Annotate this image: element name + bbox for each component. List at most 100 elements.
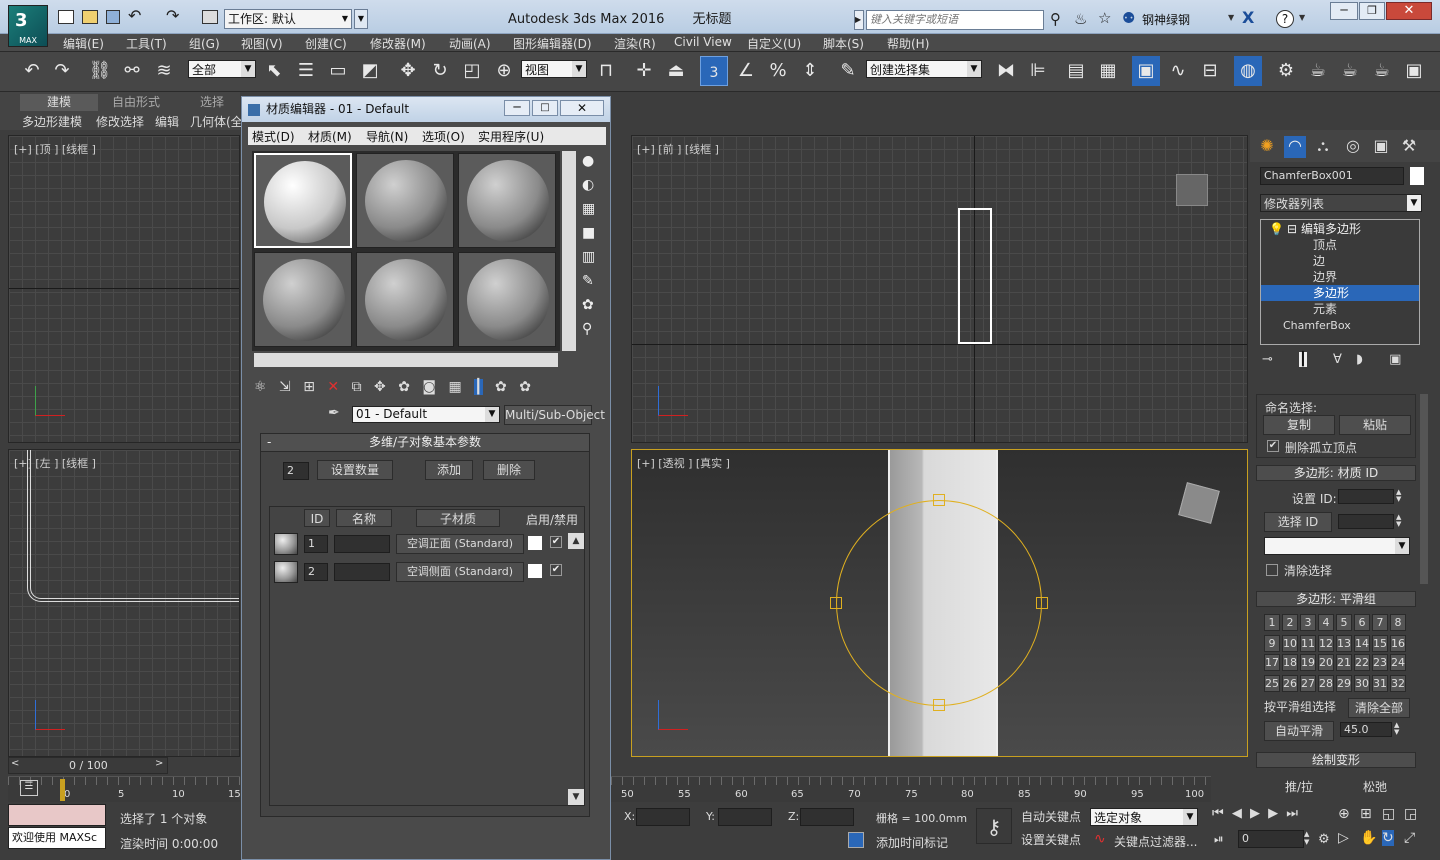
orbit-icon[interactable]: ↻ bbox=[1382, 830, 1394, 846]
select-id-button[interactable]: 选择 ID bbox=[1264, 512, 1332, 532]
smoothing-group-12[interactable]: 12 bbox=[1318, 635, 1334, 652]
viewcube-icon[interactable] bbox=[1176, 174, 1208, 206]
smoothing-group-5[interactable]: 5 bbox=[1336, 614, 1352, 631]
modify-tab-icon[interactable]: ◠ bbox=[1284, 136, 1306, 158]
time-slider-next-icon[interactable]: > bbox=[155, 758, 163, 769]
smoothing-group-15[interactable]: 15 bbox=[1372, 635, 1388, 652]
put-to-library-icon[interactable]: ✿ bbox=[398, 379, 410, 395]
assign-material-icon[interactable]: ⊞ bbox=[303, 379, 315, 395]
smoothing-group-17[interactable]: 17 bbox=[1264, 654, 1280, 671]
ribbon-tab-freeform[interactable]: 自由形式 bbox=[106, 94, 166, 111]
mat-menu-mode[interactable]: 模式(D) bbox=[252, 128, 295, 145]
track-bar-right[interactable]: 50 55 60 65 70 75 80 85 90 95 100 bbox=[611, 776, 1211, 802]
gizmo-handle-right[interactable] bbox=[1036, 597, 1048, 609]
sample-slot-3[interactable] bbox=[458, 153, 556, 248]
smoothing-group-32[interactable]: 32 bbox=[1390, 675, 1406, 692]
link-icon[interactable]: ⛓ bbox=[86, 56, 114, 86]
show-map-icon[interactable]: ▦ bbox=[448, 379, 461, 395]
selection-filter-dropdown[interactable]: 全部 ▼ bbox=[188, 60, 256, 78]
object-name-field[interactable]: ChamferBox001 bbox=[1260, 167, 1404, 185]
help-icon[interactable]: ? bbox=[1276, 10, 1294, 28]
material-editor-titlebar[interactable]: 材质编辑器 - 01 - Default ─ □ ✕ bbox=[242, 97, 610, 122]
stack-item-edit-poly[interactable]: 💡 ⊟ 编辑多边形 bbox=[1261, 222, 1419, 237]
schematic-view-icon[interactable]: ⊟ bbox=[1196, 56, 1224, 86]
menu-civil-view[interactable]: Civil View bbox=[674, 35, 732, 49]
selected-object-dropdown[interactable]: 选定对象 ▼ bbox=[1090, 808, 1198, 826]
row-color-swatch[interactable] bbox=[528, 564, 542, 578]
x-coord-field[interactable] bbox=[636, 808, 690, 826]
paste-button[interactable]: 粘贴 bbox=[1339, 415, 1411, 435]
show-end-result-icon[interactable]: ┃ bbox=[474, 379, 483, 395]
select-by-name-icon[interactable]: ☰ bbox=[292, 56, 320, 86]
sample-slot-2[interactable] bbox=[356, 153, 454, 248]
row-color-swatch[interactable] bbox=[528, 536, 542, 550]
menu-views[interactable]: 视图(V) bbox=[241, 35, 283, 52]
mirror-icon[interactable]: ⧓ bbox=[992, 56, 1020, 86]
remove-modifier-icon[interactable]: ◗ bbox=[1356, 352, 1363, 367]
render-production-icon[interactable]: ☕ bbox=[1336, 56, 1364, 86]
named-selection-dropdown[interactable]: 创建选择集 ▼ bbox=[866, 60, 982, 78]
display-tab-icon[interactable]: ▣ bbox=[1370, 136, 1392, 158]
configure-sets-icon[interactable]: ▣ bbox=[1389, 352, 1401, 367]
time-tag-icon[interactable] bbox=[848, 832, 864, 848]
sample-slot-4[interactable] bbox=[254, 252, 352, 347]
smoothing-group-9[interactable]: 9 bbox=[1264, 635, 1280, 652]
undo-icon[interactable]: ↶ bbox=[18, 56, 46, 86]
menu-customize[interactable]: 自定义(U) bbox=[747, 35, 801, 52]
mat-menu-options[interactable]: 选项(O) bbox=[422, 128, 465, 145]
minimize-button[interactable]: ─ bbox=[1330, 2, 1358, 20]
backlight-icon[interactable]: ◐ bbox=[582, 177, 604, 201]
material-name-field[interactable]: 01 - Default ▼ bbox=[352, 406, 500, 423]
menu-tools[interactable]: 工具(T) bbox=[126, 35, 167, 52]
row-sub-material-button[interactable]: 空调侧面 (Standard) bbox=[396, 562, 524, 582]
collapse-icon[interactable]: ⊟ bbox=[1287, 222, 1297, 237]
smoothing-group-6[interactable]: 6 bbox=[1354, 614, 1370, 631]
sort-by-id-header[interactable]: ID bbox=[304, 509, 330, 527]
smoothing-group-19[interactable]: 19 bbox=[1300, 654, 1316, 671]
prev-frame-icon[interactable]: ◀ bbox=[1232, 806, 1242, 821]
menu-animation[interactable]: 动画(A) bbox=[449, 35, 491, 52]
keyboard-shortcut-icon[interactable]: ⏏ bbox=[662, 56, 690, 86]
row-name-field[interactable] bbox=[334, 535, 390, 553]
rotate-gizmo[interactable] bbox=[836, 500, 1042, 706]
count-field[interactable]: 2 bbox=[283, 462, 309, 480]
fov-icon[interactable]: ▷ bbox=[1338, 830, 1349, 846]
current-frame-field[interactable]: 0 bbox=[1238, 830, 1304, 848]
material-name-dropdown[interactable]: ▼ bbox=[1264, 537, 1410, 555]
maximize-viewport-icon[interactable]: ⤢ bbox=[1404, 830, 1415, 846]
key-mode-toggle-icon[interactable]: ⏯ bbox=[1214, 832, 1224, 847]
select-manipulate-icon[interactable]: ✛ bbox=[630, 56, 658, 86]
project-icon[interactable] bbox=[202, 10, 218, 24]
reference-coord-dropdown[interactable]: 视图 ▼ bbox=[521, 60, 587, 78]
material-id-rollout-header[interactable]: 多边形: 材质 ID bbox=[1256, 465, 1416, 481]
paint-deform-rollout-header[interactable]: 绘制变形 bbox=[1256, 752, 1416, 768]
user-name[interactable]: 钢神绿钢 bbox=[1142, 11, 1190, 28]
spinner-snap-icon[interactable]: ⇕ bbox=[796, 56, 824, 86]
auto-smooth-button[interactable]: 自动平滑 bbox=[1264, 721, 1334, 741]
user-icon[interactable]: ⚉ bbox=[1122, 9, 1135, 27]
help-dropdown-icon[interactable]: ▼ bbox=[1299, 13, 1305, 22]
rect-selection-icon[interactable]: ▭ bbox=[324, 56, 352, 86]
menu-help[interactable]: 帮助(H) bbox=[887, 35, 929, 52]
curve-editor-icon[interactable]: ∿ bbox=[1164, 56, 1192, 86]
slot-swatch-icon[interactable] bbox=[274, 533, 298, 555]
smoothing-group-16[interactable]: 16 bbox=[1390, 635, 1406, 652]
options-icon[interactable]: ✿ bbox=[582, 297, 604, 321]
ribbon-tab-selection[interactable]: 选择 bbox=[200, 94, 240, 111]
sample-slot-6[interactable] bbox=[458, 252, 556, 347]
spinner-icon[interactable]: ▲ ▼ bbox=[1394, 722, 1404, 737]
clear-selection-checkbox[interactable] bbox=[1266, 564, 1278, 576]
place-icon[interactable]: ⊕ bbox=[490, 56, 518, 86]
background-icon[interactable]: ▦ bbox=[582, 201, 604, 225]
time-slider-prev-icon[interactable]: < bbox=[11, 758, 19, 769]
motion-tab-icon[interactable]: ◎ bbox=[1342, 136, 1364, 158]
zoom-icon[interactable]: ⊕ bbox=[1338, 806, 1350, 822]
slot-scrollbar-v[interactable] bbox=[562, 151, 576, 351]
sort-by-name-header[interactable]: 名称 bbox=[336, 509, 392, 527]
spinner-icon[interactable]: ▲ ▼ bbox=[1396, 514, 1406, 529]
menu-edit[interactable]: 编辑(E) bbox=[63, 35, 104, 52]
percent-snap-icon[interactable]: % bbox=[764, 56, 792, 86]
spinner-icon[interactable]: ▲ ▼ bbox=[1396, 489, 1406, 504]
app-logo[interactable]: 3 MAX bbox=[8, 5, 48, 47]
slot-scrollbar-h[interactable] bbox=[254, 353, 558, 367]
